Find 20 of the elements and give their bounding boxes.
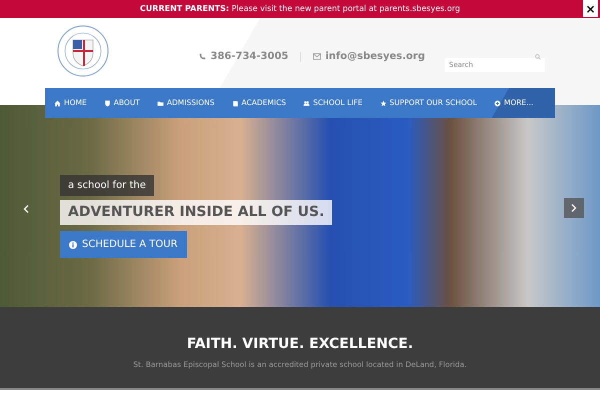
home-icon xyxy=(54,100,61,106)
school-logo[interactable] xyxy=(57,25,109,77)
info-icon xyxy=(69,240,77,248)
hero-kicker: a school for the xyxy=(60,175,154,196)
plus-circle-icon xyxy=(494,100,501,106)
users-icon xyxy=(303,100,310,106)
envelope-icon xyxy=(313,53,322,60)
chevron-left-icon xyxy=(23,205,29,213)
close-button[interactable]: × xyxy=(583,0,598,17)
hero-headline: ADVENTURER INSIDE ALL OF US. xyxy=(60,200,332,225)
chevron-right-icon xyxy=(571,204,577,212)
next-slide-button[interactable] xyxy=(564,198,584,218)
star-icon xyxy=(380,100,387,106)
phone-number[interactable]: 386-734-3005 xyxy=(210,49,288,64)
shield-icon xyxy=(104,100,111,106)
phone-icon xyxy=(199,53,206,60)
email-address[interactable]: info@sbesyes.org xyxy=(325,49,425,64)
tagline-title: FAITH. VIRTUE. EXCELLENCE. xyxy=(186,335,414,354)
schedule-tour-button[interactable]: SCHEDULE A TOUR xyxy=(60,231,187,258)
announcement-text: CURRENT PARENTS: Please visit the new parent portal at parents.sbesyes.org xyxy=(140,3,460,15)
